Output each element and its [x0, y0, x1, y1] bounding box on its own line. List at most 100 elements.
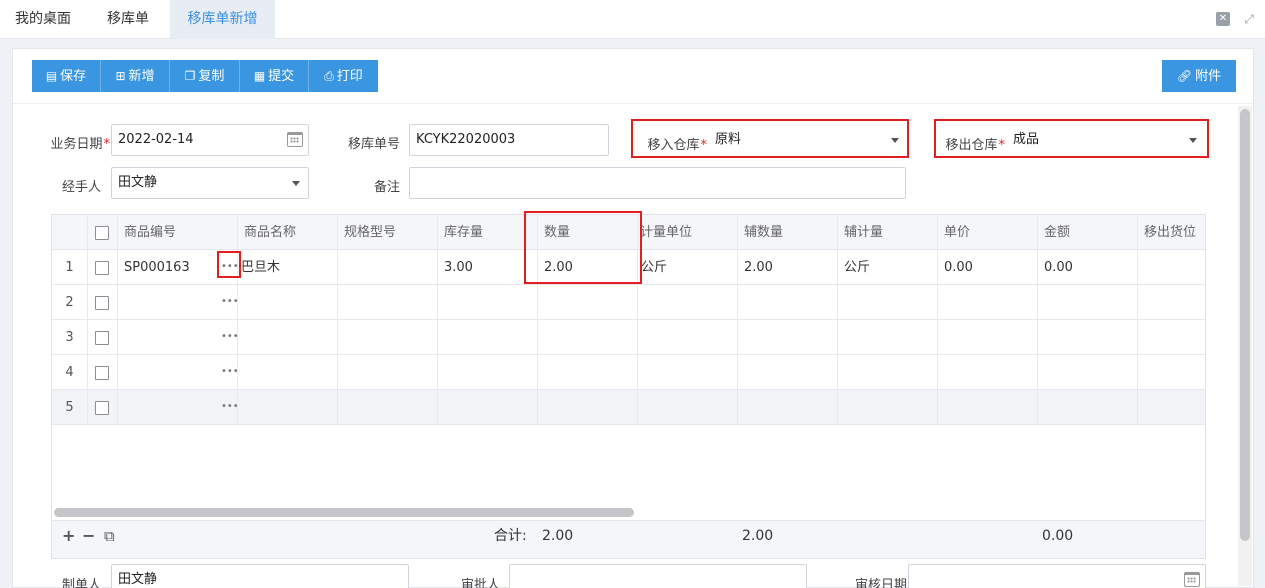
cell-name[interactable]	[238, 285, 338, 320]
cell-price[interactable]	[938, 320, 1038, 355]
row-checkbox[interactable]	[95, 331, 109, 345]
cell-spec[interactable]	[338, 390, 438, 425]
cell-stock[interactable]: 3.00	[438, 250, 538, 285]
fullscreen-icon[interactable]: ⤢	[1242, 12, 1256, 26]
more-options-icon[interactable]: •••	[221, 402, 237, 412]
cell-qty[interactable]	[538, 320, 638, 355]
cell-code[interactable]: •••	[118, 390, 238, 425]
cell-spec[interactable]	[338, 285, 438, 320]
select-all-checkbox[interactable]	[95, 226, 109, 240]
cell-code[interactable]: •••	[118, 285, 238, 320]
cell-aux-unit[interactable]	[838, 320, 938, 355]
reviewer-field[interactable]	[509, 564, 807, 588]
cell-price[interactable]	[938, 390, 1038, 425]
row-checkbox[interactable]	[95, 296, 109, 310]
attachment-button[interactable]: 🔗︎ 附件	[1162, 60, 1236, 92]
col-header-aux-unit[interactable]: 辅计量	[838, 215, 938, 250]
cell-aux-unit[interactable]: 公斤	[838, 250, 938, 285]
out-warehouse-select[interactable]: 成品	[1006, 124, 1206, 156]
remove-row-icon[interactable]: −	[82, 527, 95, 545]
cell-code[interactable]: •••	[118, 355, 238, 390]
table-row[interactable]: 2 •••	[52, 285, 1205, 320]
tab-transfer-list[interactable]: 移库单	[86, 0, 170, 39]
add-row-icon[interactable]: +	[62, 527, 75, 545]
vertical-scrollbar[interactable]	[1240, 109, 1250, 541]
table-row[interactable]: 4 •••	[52, 355, 1205, 390]
cell-location[interactable]	[1138, 390, 1205, 425]
more-options-icon[interactable]: •••	[221, 332, 237, 342]
new-button[interactable]: ⊞ 新增	[101, 60, 169, 92]
cell-qty[interactable]: 2.00	[538, 250, 638, 285]
col-header-amount[interactable]: 金额	[1038, 215, 1138, 250]
cell-qty[interactable]	[538, 355, 638, 390]
cell-aux-qty[interactable]	[738, 320, 838, 355]
cell-amount[interactable]	[1038, 390, 1138, 425]
cell-stock[interactable]	[438, 390, 538, 425]
cell-amount[interactable]	[1038, 285, 1138, 320]
cell-amount[interactable]	[1038, 320, 1138, 355]
cell-code[interactable]: SP000163 •••	[118, 250, 238, 285]
cell-price[interactable]: 0.00	[938, 250, 1038, 285]
cell-spec[interactable]	[338, 355, 438, 390]
tab-desktop[interactable]: 我的桌面	[0, 0, 86, 39]
cell-stock[interactable]	[438, 355, 538, 390]
handler-select[interactable]: 田文静	[111, 167, 309, 199]
cell-qty[interactable]	[538, 285, 638, 320]
cell-unit[interactable]	[638, 390, 738, 425]
cell-aux-qty[interactable]	[738, 390, 838, 425]
table-row[interactable]: 1 SP000163 ••• 巴旦木 3.00 2.00 公斤 2.00 公斤 0.00 0.00	[52, 250, 1205, 285]
more-options-icon[interactable]: •••	[221, 367, 237, 377]
cell-amount[interactable]	[1038, 355, 1138, 390]
in-warehouse-select[interactable]: 原料	[708, 124, 908, 156]
biz-date-field[interactable]: 2022-02-14	[111, 124, 309, 156]
row-checkbox[interactable]	[95, 366, 109, 380]
col-header-aux-qty[interactable]: 辅数量	[738, 215, 838, 250]
col-header-price[interactable]: 单价	[938, 215, 1038, 250]
creator-field[interactable]: 田文静	[111, 564, 409, 588]
cell-price[interactable]	[938, 355, 1038, 390]
tab-transfer-new[interactable]: 移库单新增	[170, 0, 275, 39]
col-header-qty[interactable]: 数量	[538, 215, 638, 250]
remark-input[interactable]	[409, 167, 906, 199]
cell-unit[interactable]	[638, 285, 738, 320]
cell-aux-qty[interactable]	[738, 285, 838, 320]
close-tab-icon[interactable]: ✕	[1216, 12, 1230, 26]
col-header-location[interactable]: 移出货位	[1138, 215, 1205, 250]
calendar-icon[interactable]	[287, 132, 303, 147]
row-checkbox[interactable]	[95, 401, 109, 415]
cell-name[interactable]	[238, 320, 338, 355]
cell-price[interactable]	[938, 285, 1038, 320]
print-button[interactable]: ⎙ 打印	[309, 60, 378, 92]
save-button[interactable]: ▤ 保存	[32, 60, 100, 92]
cell-location[interactable]	[1138, 355, 1205, 390]
cell-unit[interactable]	[638, 355, 738, 390]
cell-stock[interactable]	[438, 320, 538, 355]
cell-amount[interactable]: 0.00	[1038, 250, 1138, 285]
col-header-name[interactable]: 商品名称	[238, 215, 338, 250]
cell-location[interactable]	[1138, 250, 1205, 285]
calendar-icon[interactable]	[1184, 572, 1200, 587]
cell-unit[interactable]	[638, 320, 738, 355]
table-row[interactable]: 3 •••	[52, 320, 1205, 355]
col-header-stock[interactable]: 库存量	[438, 215, 538, 250]
col-header-spec[interactable]: 规格型号	[338, 215, 438, 250]
cell-name[interactable]	[238, 355, 338, 390]
table-row[interactable]: 5 •••	[52, 390, 1205, 425]
copy-row-icon[interactable]: ⧉	[104, 527, 115, 545]
order-no-field[interactable]: KCYK22020003	[409, 124, 609, 156]
cell-aux-qty[interactable]	[738, 355, 838, 390]
cell-aux-unit[interactable]	[838, 285, 938, 320]
cell-aux-unit[interactable]	[838, 390, 938, 425]
cell-unit[interactable]: 公斤	[638, 250, 738, 285]
cell-name[interactable]: 巴旦木	[238, 250, 338, 285]
cell-name[interactable]	[238, 390, 338, 425]
cell-spec[interactable]	[338, 320, 438, 355]
cell-qty[interactable]	[538, 390, 638, 425]
cell-code[interactable]: •••	[118, 320, 238, 355]
more-options-icon[interactable]: •••	[221, 262, 237, 272]
cell-aux-qty[interactable]: 2.00	[738, 250, 838, 285]
col-header-unit[interactable]: 计量单位	[638, 215, 738, 250]
cell-stock[interactable]	[438, 285, 538, 320]
copy-button[interactable]: ❐ 复制	[170, 60, 239, 92]
more-options-icon[interactable]: •••	[221, 297, 237, 307]
